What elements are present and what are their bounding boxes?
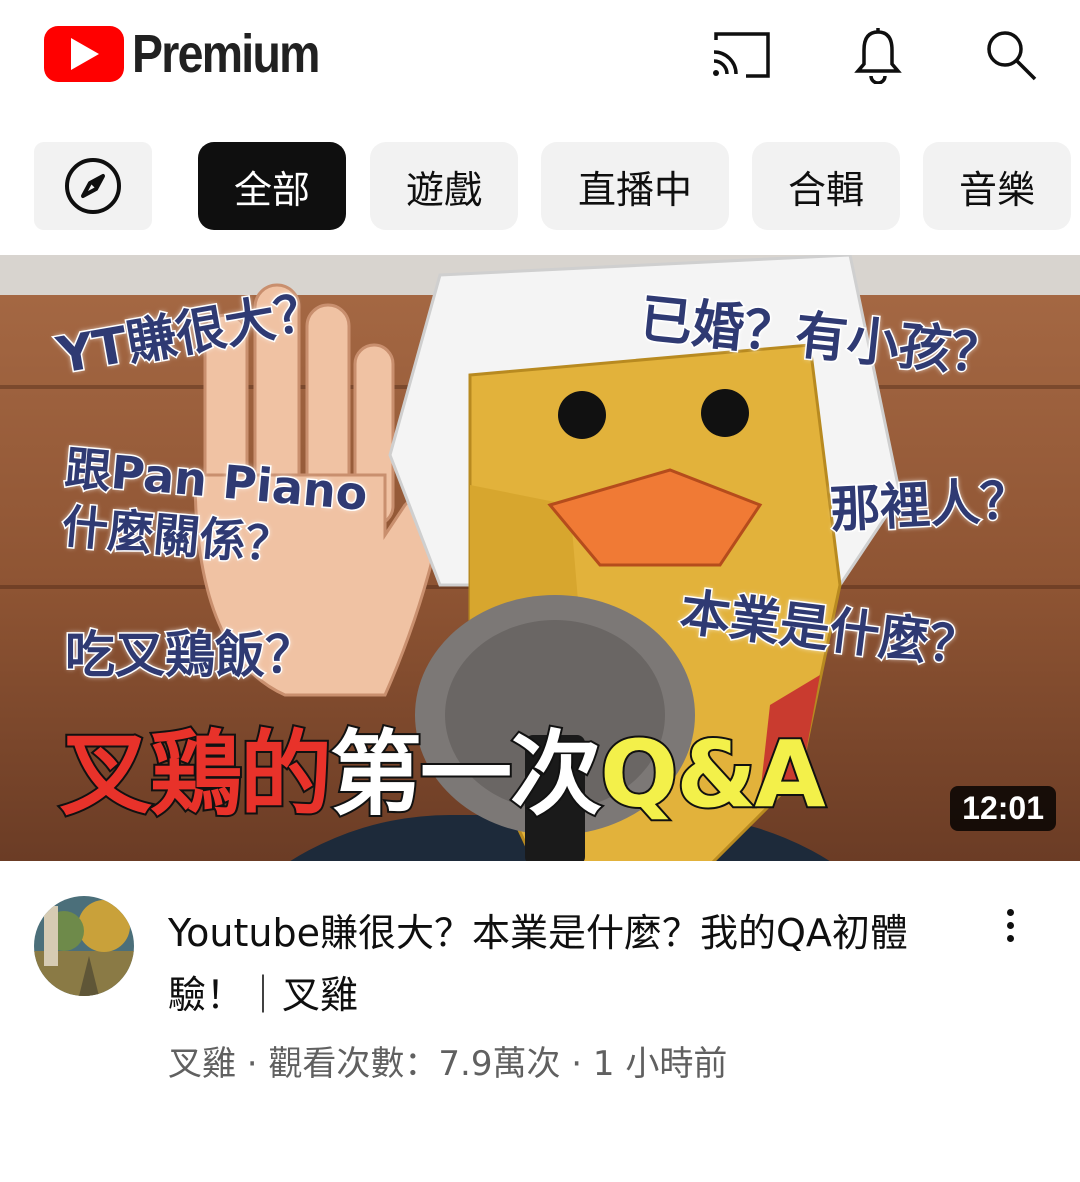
search-icon[interactable] xyxy=(978,22,1044,88)
logo-text: Premium xyxy=(132,24,320,84)
video-duration-badge: 12:01 xyxy=(950,786,1056,831)
big-title-part: Q&A xyxy=(598,719,828,830)
youtube-play-logo-icon xyxy=(44,26,124,82)
chip-mixes[interactable]: 合輯 xyxy=(752,142,900,230)
compass-icon xyxy=(65,158,121,214)
youtube-premium-logo[interactable]: Premium xyxy=(44,24,349,84)
chip-music[interactable]: 音樂 xyxy=(923,142,1071,230)
more-options-icon[interactable] xyxy=(990,900,1030,950)
dot xyxy=(1006,934,1014,942)
top-app-bar: Premium xyxy=(0,0,1080,110)
big-title-part: 第一次 xyxy=(328,719,604,830)
dot xyxy=(1006,908,1014,916)
dot xyxy=(1006,921,1014,929)
chip-live[interactable]: 直播中 xyxy=(541,142,729,230)
explore-button[interactable] xyxy=(34,142,152,230)
thumbnail-big-title: 叉鶏的第一次Q&A xyxy=(58,700,828,833)
video-title[interactable]: Youtube賺很大？本業是什麼？我的QA初體驗！｜叉雞 xyxy=(168,902,948,1026)
overlay-text: 吃叉鶏飯？ xyxy=(64,625,317,686)
chip-all[interactable]: 全部 xyxy=(198,142,346,230)
cast-icon[interactable] xyxy=(708,22,774,88)
big-title-part: 叉鶏 xyxy=(58,719,244,830)
category-chip-bar: 全部 遊戲 直播中 合輯 音樂 xyxy=(0,142,1080,232)
video-metadata: 叉雞 · 觀看次數：7.9萬次 · 1 小時前 xyxy=(168,1044,728,1084)
channel-avatar[interactable] xyxy=(34,896,134,996)
overlay-text: 那裡人？ xyxy=(827,469,1033,540)
big-title-part: 的 xyxy=(238,719,334,830)
video-thumbnail[interactable]: YT賺很大？ 已婚？有小孩？ 跟Pan Piano 什麼關係？ 那裡人？ 吃叉鶏… xyxy=(0,255,1080,861)
chip-gaming[interactable]: 遊戲 xyxy=(370,142,518,230)
bell-icon[interactable] xyxy=(845,22,911,88)
